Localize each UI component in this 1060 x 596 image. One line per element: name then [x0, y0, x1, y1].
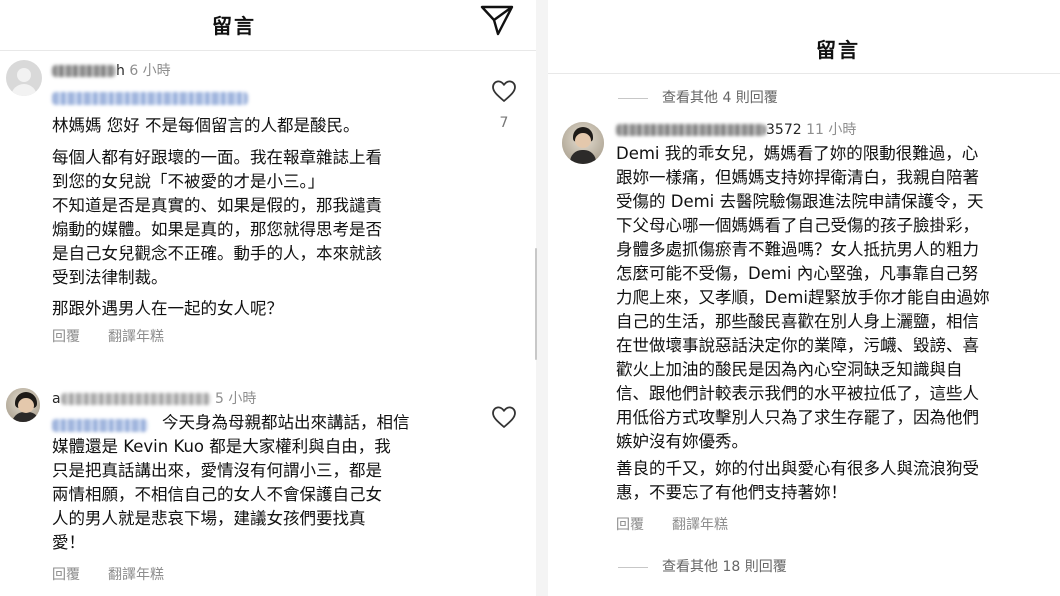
reply-button[interactable]: 回覆 [52, 567, 80, 583]
comment-text-line: 歡火上加油的酸民是因為內心空洞缺乏知識與自 [616, 360, 963, 379]
comment-text-line: 媒體還是 Kevin Kuo 都是大家權利與自由，我 [52, 437, 391, 456]
comment-meta: 3572 11 小時 [616, 119, 856, 139]
comment-text-line: 今天身為母親都站出來講話，相信 [162, 413, 410, 432]
comment-text-line: 下父母心哪一個媽媽看了自己受傷的孩子臉掛彩， [616, 216, 979, 235]
view-more-replies-top[interactable]: 查看其他 4 則回覆 [618, 87, 778, 107]
comment-text-line: 兩情相願，不相信自己的女人不會保護自己女 [52, 485, 382, 504]
heart-icon[interactable] [491, 79, 517, 103]
comment-text-line: 在世做壞事說惡話決定你的業障，污衊、毀謗、喜 [616, 336, 979, 355]
username-blurred[interactable] [616, 124, 766, 136]
comment-text-line: 跟妳一樣痛，但媽媽支持妳捍衛清白，我親自陪著 [616, 168, 979, 187]
reply-button[interactable]: 回覆 [52, 329, 80, 345]
view-more-replies-bottom[interactable]: 查看其他 18 則回覆 [618, 556, 787, 576]
mention-blurred[interactable] [52, 92, 248, 105]
view-more-replies-label[interactable]: 查看其他 18 則回覆 [662, 559, 787, 575]
username-tail[interactable]: h [116, 63, 125, 79]
translate-button[interactable]: 翻譯年糕 [108, 329, 164, 345]
avatar[interactable] [6, 388, 40, 422]
username-tail[interactable]: 3572 [766, 122, 802, 138]
page-title: 留言 [816, 38, 860, 62]
comment-actions: 回覆 翻譯年糕 [52, 564, 192, 584]
view-more-replies-label[interactable]: 查看其他 4 則回覆 [662, 90, 778, 106]
comment-actions: 回覆 翻譯年糕 [616, 514, 756, 534]
comment-meta: h 6 小時 [52, 60, 171, 80]
username-blurred[interactable] [52, 65, 116, 77]
comment-text-line: 身體多處抓傷瘀青不難過嗎？女人抵抗男人的粗力 [616, 240, 979, 259]
send-icon[interactable] [478, 3, 516, 37]
page-title: 留言 [212, 14, 256, 38]
comment-text-line: Demi 我的乖女兒，媽媽看了妳的限動很難過，心 [616, 144, 979, 163]
comment-text-line: 嫉妒沒有妳優秀。 [616, 432, 748, 451]
comment-text-line: 惠，不要忘了有他們支持著妳！ [616, 483, 847, 502]
panel-divider [536, 0, 548, 596]
reply-button[interactable]: 回覆 [616, 517, 644, 533]
heart-icon[interactable] [491, 405, 517, 429]
comment-time: 11 小時 [806, 122, 857, 138]
comment-text-line: 愛！ [52, 533, 85, 552]
mention-blurred[interactable] [52, 419, 148, 432]
comment-time: 5 小時 [215, 391, 257, 407]
scrollbar[interactable] [535, 248, 537, 360]
comment-text-line: 那跟外遇男人在一起的女人呢？ [52, 299, 283, 318]
mention-tag[interactable] [52, 88, 248, 107]
comment-text-line: 受到法律制裁。 [52, 268, 168, 287]
replies-dash [618, 97, 648, 99]
comment-text-line: 人的男人就是悲哀下場，建議女孩們要找真 [52, 509, 366, 528]
comment-text-line: 每個人都有好跟壞的一面。我在報章雜誌上看 [52, 148, 382, 167]
like-count: 7 [499, 115, 509, 131]
comment-text-line: 力爬上來，又孝順，Demi趕緊放手你才能自由過妳 [616, 288, 990, 307]
comment-text-line: 林媽媽 您好 不是每個留言的人都是酸民。 [52, 116, 360, 135]
header-divider [0, 50, 536, 51]
left-comments-screen: 留言 h 6 小時 林媽媽 您好 不是每個留言的人都是酸民。 每個人都有好跟壞的… [0, 0, 537, 596]
comment-actions: 回覆 翻譯年糕 [52, 326, 192, 346]
translate-button[interactable]: 翻譯年糕 [108, 567, 164, 583]
comment-text-line: 只是把真話講出來，愛情沒有何謂小三，都是 [52, 461, 382, 480]
comment-meta: a 5 小時 [52, 388, 256, 408]
comment-time: 6 小時 [129, 63, 171, 79]
right-comments-screen: 留言 查看其他 4 則回覆 3572 11 小時 Demi 我的乖女兒，媽媽看了… [548, 0, 1060, 596]
comment-text-line: 用低俗方式攻擊別人只為了求生存罷了，因為他們 [616, 408, 979, 427]
comment-text-line: 到您的女兒說「不被愛的才是小三。」 [52, 172, 325, 191]
username-head[interactable]: a [52, 391, 61, 407]
username-blurred[interactable] [60, 393, 211, 405]
header-divider [548, 73, 1060, 74]
replies-dash [618, 566, 648, 568]
comment-text-line: 信、跟他們計較表示我們的水平被拉低了，這些人 [616, 384, 979, 403]
avatar[interactable] [562, 122, 604, 164]
comment-text-line: 受傷的 Demi 去醫院驗傷跟進法院申請保護令，天 [616, 192, 984, 211]
comment-text-line: 自己的生活，那些酸民喜歡在別人身上灑鹽，相信 [616, 312, 979, 331]
translate-button[interactable]: 翻譯年糕 [672, 517, 728, 533]
comment-text-line: 不知道是否是真實的、如果是假的，那我譴責 [52, 196, 382, 215]
avatar[interactable] [6, 60, 42, 96]
comment-text-line: 善良的千又，妳的付出與愛心有很多人與流浪狗受 [616, 459, 979, 478]
comment-text-line: 是自己女兒觀念不正確。動手的人，本來就該 [52, 244, 382, 263]
comment-text-line: 煽動的媒體。如果是真的，那您就得思考是否 [52, 220, 382, 239]
comment-text-line: 怎麼可能不受傷，Demi 內心堅強，凡事靠自己努 [616, 264, 979, 283]
mention-tag[interactable] [52, 415, 148, 434]
